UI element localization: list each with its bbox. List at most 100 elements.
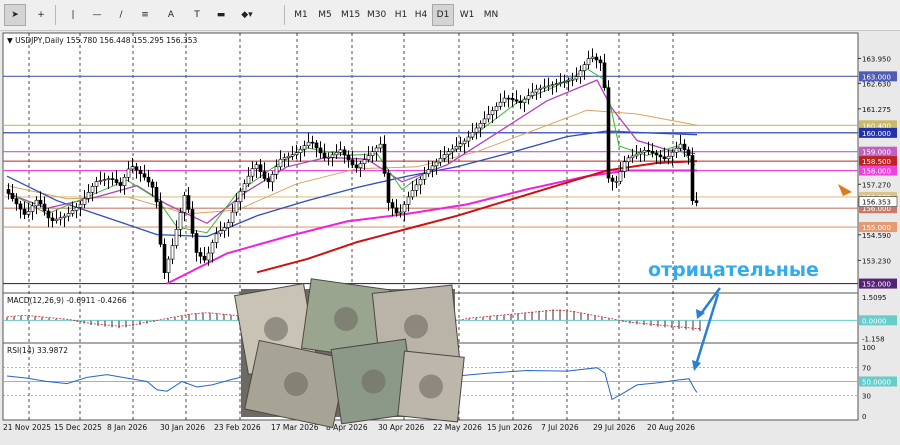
candle-body <box>502 97 507 103</box>
candle-body <box>542 86 547 89</box>
candle-body <box>226 222 231 228</box>
timeframe-m15-button[interactable]: M15 <box>338 4 363 26</box>
candle-body <box>462 140 467 144</box>
timeframe-m5-button[interactable]: M5 <box>314 4 336 26</box>
candle-body <box>298 148 303 154</box>
rectangle-tool-icon[interactable]: ▬ <box>210 4 232 26</box>
candle-body <box>146 176 151 183</box>
candle-body <box>262 171 267 179</box>
x-tick-label: 21 Nov 2025 <box>3 423 51 432</box>
candle-body <box>182 195 187 213</box>
candle-body <box>198 252 203 257</box>
horizontal-line-tool-icon[interactable]: — <box>86 4 108 26</box>
banknote-portrait <box>284 372 308 396</box>
price-level-label: 152.000 <box>862 281 891 289</box>
timeframe-h4-button[interactable]: H4 <box>410 4 432 26</box>
text-tool-icon[interactable]: A <box>160 4 182 26</box>
price-level-label: 158.500 <box>862 158 891 166</box>
candle-body <box>590 56 595 59</box>
candle-body <box>386 173 391 203</box>
candle-body <box>626 157 631 162</box>
price-level-label: 159.000 <box>862 149 891 157</box>
y-tick-label: 154.590 <box>862 232 891 240</box>
rsi-level-label: 50.0000 <box>862 379 891 387</box>
vertical-line-tool-icon[interactable]: | <box>62 4 84 26</box>
candle-body <box>22 208 27 215</box>
candle-body <box>406 196 411 205</box>
candle-body <box>310 141 315 144</box>
x-tick-label: 15 Dec 2025 <box>54 423 102 432</box>
candle-body <box>614 180 619 183</box>
chart-area[interactable]: ▼ USDJPY,Daily 155.780 156.448 155.295 1… <box>0 30 900 441</box>
timeframe-mn-button[interactable]: MN <box>480 4 502 26</box>
candle-body <box>302 145 307 150</box>
candle-body <box>190 209 195 234</box>
candle-body <box>578 70 583 78</box>
candle-body <box>686 149 691 156</box>
candle-body <box>170 245 175 260</box>
candle-body <box>318 147 323 154</box>
candle-body <box>274 166 279 175</box>
crosshair-tool-icon[interactable]: + <box>30 4 52 26</box>
candle-body <box>438 157 443 163</box>
candle-body <box>202 255 207 261</box>
rsi-y-tick-label: 30 <box>862 392 871 400</box>
candle-body <box>18 203 23 210</box>
candle-body <box>662 156 667 160</box>
timeframe-w1-button[interactable]: W1 <box>456 4 478 26</box>
candle-body <box>30 205 35 212</box>
candle-body <box>658 154 663 158</box>
timeframe-h1-button[interactable]: H1 <box>390 4 412 26</box>
y-tick-label: 163.950 <box>862 55 891 63</box>
candle-body <box>278 158 283 168</box>
candle-body <box>230 211 235 223</box>
text-label-tool-icon[interactable]: T <box>186 4 208 26</box>
candle-body <box>258 164 263 172</box>
candle-body <box>106 178 111 180</box>
timeframe-m30-button[interactable]: M30 <box>364 4 389 26</box>
candle-body <box>90 186 95 193</box>
y-tick-label: 161.275 <box>862 106 891 114</box>
timeframe-d1-button[interactable]: D1 <box>432 4 454 26</box>
x-tick-label: 17 Mar 2026 <box>271 423 319 432</box>
candle-body <box>50 217 55 221</box>
banknotes-photo <box>234 278 465 429</box>
candle-body <box>178 212 183 230</box>
candle-body <box>110 178 115 180</box>
price-level-label: 163.000 <box>862 73 891 81</box>
channel-tool-icon[interactable]: ≡ <box>134 4 156 26</box>
current-price-label: 156.353 <box>862 199 891 207</box>
candle-body <box>442 154 447 159</box>
candle-body <box>430 165 435 170</box>
candle-body <box>582 64 587 71</box>
candle-body <box>66 213 71 217</box>
candle-body <box>206 252 211 261</box>
y-tick-label: 157.270 <box>862 181 891 189</box>
y-tick-label: 153.230 <box>862 257 891 265</box>
trendline-tool-icon[interactable]: / <box>110 4 132 26</box>
chart-svg[interactable]: ▼ USDJPY,Daily 155.780 156.448 155.295 1… <box>0 30 900 441</box>
candle-body <box>454 146 459 150</box>
candle-body <box>70 210 75 214</box>
candle-body <box>238 190 243 202</box>
x-tick-label: 29 Jul 2026 <box>593 423 636 432</box>
candle-body <box>498 101 503 107</box>
candle-body <box>622 161 627 172</box>
candle-body <box>114 179 119 183</box>
price-level-label: 158.000 <box>862 168 891 176</box>
macd-y-tick-label: 1.5095 <box>862 294 887 302</box>
candle-body <box>14 198 19 205</box>
x-tick-label: 7 Jul 2026 <box>541 423 579 432</box>
candle-body <box>158 201 163 245</box>
x-tick-label: 15 Jun 2026 <box>487 423 532 432</box>
candle-body <box>166 258 171 273</box>
chart-toolbar: ➤ + | — / ≡ A T ▬ ◆▾ M1 M5 M15 M30 H1 H4 D1 W1 MN <box>0 0 900 31</box>
timeframe-m1-button[interactable]: M1 <box>290 4 312 26</box>
candle-body <box>602 62 607 88</box>
candle-body <box>478 123 483 129</box>
candle-body <box>130 166 135 170</box>
candle-body <box>494 106 499 111</box>
cursor-tool-icon[interactable]: ➤ <box>4 4 26 26</box>
x-tick-label: 8 Jan 2026 <box>107 423 147 432</box>
shapes-tool-icon[interactable]: ◆▾ <box>236 4 258 26</box>
